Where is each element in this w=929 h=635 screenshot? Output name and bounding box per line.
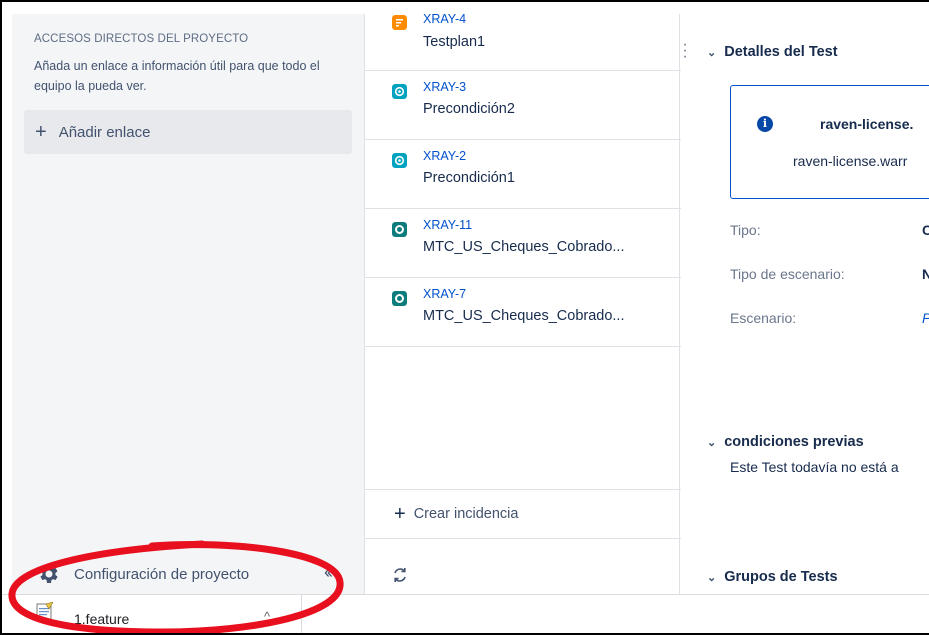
issue-summary: Testplan1 bbox=[423, 34, 486, 50]
chevron-down-icon: ⌄ bbox=[707, 436, 717, 449]
issue-summary: Precondición1 bbox=[423, 170, 515, 186]
issue-row[interactable]: XRAY-2 Precondición1 bbox=[365, 140, 681, 209]
create-issue-label: Crear incidencia bbox=[413, 506, 519, 522]
issue-key[interactable]: XRAY-3 bbox=[423, 80, 466, 94]
create-issue-button[interactable]: + Crear incidencia bbox=[365, 489, 681, 539]
info-icon: i bbox=[757, 116, 773, 132]
issue-list: XRAY-4 Testplan1 XRAY-3 Precondición2 XR… bbox=[364, 12, 681, 594]
shortcuts-description: Añada un enlace a información útil para … bbox=[34, 59, 320, 93]
gear-icon bbox=[40, 565, 58, 583]
more-options-icon[interactable]: · · · bbox=[681, 37, 689, 65]
preconditions-empty-text: Este Test todavía no está a bbox=[730, 459, 899, 475]
issue-key[interactable]: XRAY-2 bbox=[423, 149, 466, 163]
plus-icon: + bbox=[35, 121, 47, 143]
field-label-scenario-type: Tipo de escenario: bbox=[730, 266, 845, 282]
issue-summary: MTC_US_Cheques_Cobrado... bbox=[423, 308, 625, 324]
issue-key[interactable]: XRAY-11 bbox=[423, 218, 472, 232]
issue-row[interactable]: XRAY-11 MTC_US_Cheques_Cobrado... bbox=[365, 209, 681, 278]
precondition-icon bbox=[392, 84, 407, 99]
chevron-up-icon[interactable]: ^ bbox=[264, 609, 270, 624]
issue-detail-panel: · · · ⌄ Detalles del Test i raven-license.… bbox=[681, 14, 929, 594]
issue-row[interactable]: XRAY-4 Testplan1 bbox=[365, 2, 681, 71]
download-item[interactable]: 1.feature ^ bbox=[16, 595, 302, 633]
issue-key[interactable]: XRAY-4 bbox=[423, 12, 466, 26]
issue-key[interactable]: XRAY-7 bbox=[423, 287, 466, 301]
add-link-button[interactable]: + Añadir enlace bbox=[24, 110, 352, 154]
info-text: raven-license.warr bbox=[793, 153, 908, 169]
text-file-icon bbox=[36, 602, 54, 622]
field-value-scenario[interactable]: P bbox=[922, 310, 929, 326]
project-settings-link[interactable]: Configuración de proyecto bbox=[36, 562, 249, 586]
app-window: ACCESOS DIRECTOS DEL PROYECTO Añada un e… bbox=[0, 0, 929, 635]
test-plan-icon bbox=[392, 15, 407, 30]
issue-row[interactable]: XRAY-3 Precondición2 bbox=[365, 71, 681, 140]
project-sidebar: ACCESOS DIRECTOS DEL PROYECTO Añada un e… bbox=[12, 14, 364, 594]
precondition-icon bbox=[392, 153, 407, 168]
chevron-down-icon: ⌄ bbox=[707, 571, 717, 584]
download-file-name: 1.feature bbox=[74, 611, 130, 627]
preconditions-section-toggle[interactable]: ⌄ condiciones previas bbox=[707, 434, 864, 450]
plus-icon: + bbox=[394, 503, 406, 525]
info-title: raven-license. bbox=[820, 116, 914, 132]
chevron-down-icon: ⌄ bbox=[707, 46, 717, 59]
refresh-icon[interactable] bbox=[391, 566, 409, 584]
shortcuts-title: ACCESOS DIRECTOS DEL PROYECTO bbox=[34, 33, 249, 45]
test-details-section-toggle[interactable]: ⌄ Detalles del Test bbox=[707, 44, 838, 60]
add-link-label: Añadir enlace bbox=[58, 123, 151, 141]
project-settings-label: Configuración de proyecto bbox=[74, 565, 250, 583]
field-value-scenario-type: N bbox=[922, 266, 929, 282]
test-groups-section-toggle[interactable]: ⌄ Grupos de Tests bbox=[707, 569, 838, 585]
download-bar: 1.feature ^ bbox=[2, 594, 929, 633]
issue-row[interactable]: XRAY-7 MTC_US_Cheques_Cobrado... bbox=[365, 278, 681, 347]
section-title: Grupos de Tests bbox=[724, 569, 838, 585]
test-icon bbox=[392, 291, 407, 306]
info-message: i raven-license. raven-license.warr bbox=[730, 85, 929, 199]
collapse-sidebar-icon[interactable]: ‹‹ bbox=[324, 562, 333, 583]
field-value-type: C bbox=[922, 222, 929, 238]
field-label-scenario: Escenario: bbox=[730, 310, 797, 326]
issue-summary: Precondición2 bbox=[423, 101, 515, 117]
section-title: condiciones previas bbox=[724, 434, 864, 450]
field-label-type: Tipo: bbox=[730, 222, 761, 238]
issue-summary: MTC_US_Cheques_Cobrado... bbox=[423, 239, 625, 255]
section-title: Detalles del Test bbox=[724, 44, 838, 60]
test-icon bbox=[392, 222, 407, 237]
